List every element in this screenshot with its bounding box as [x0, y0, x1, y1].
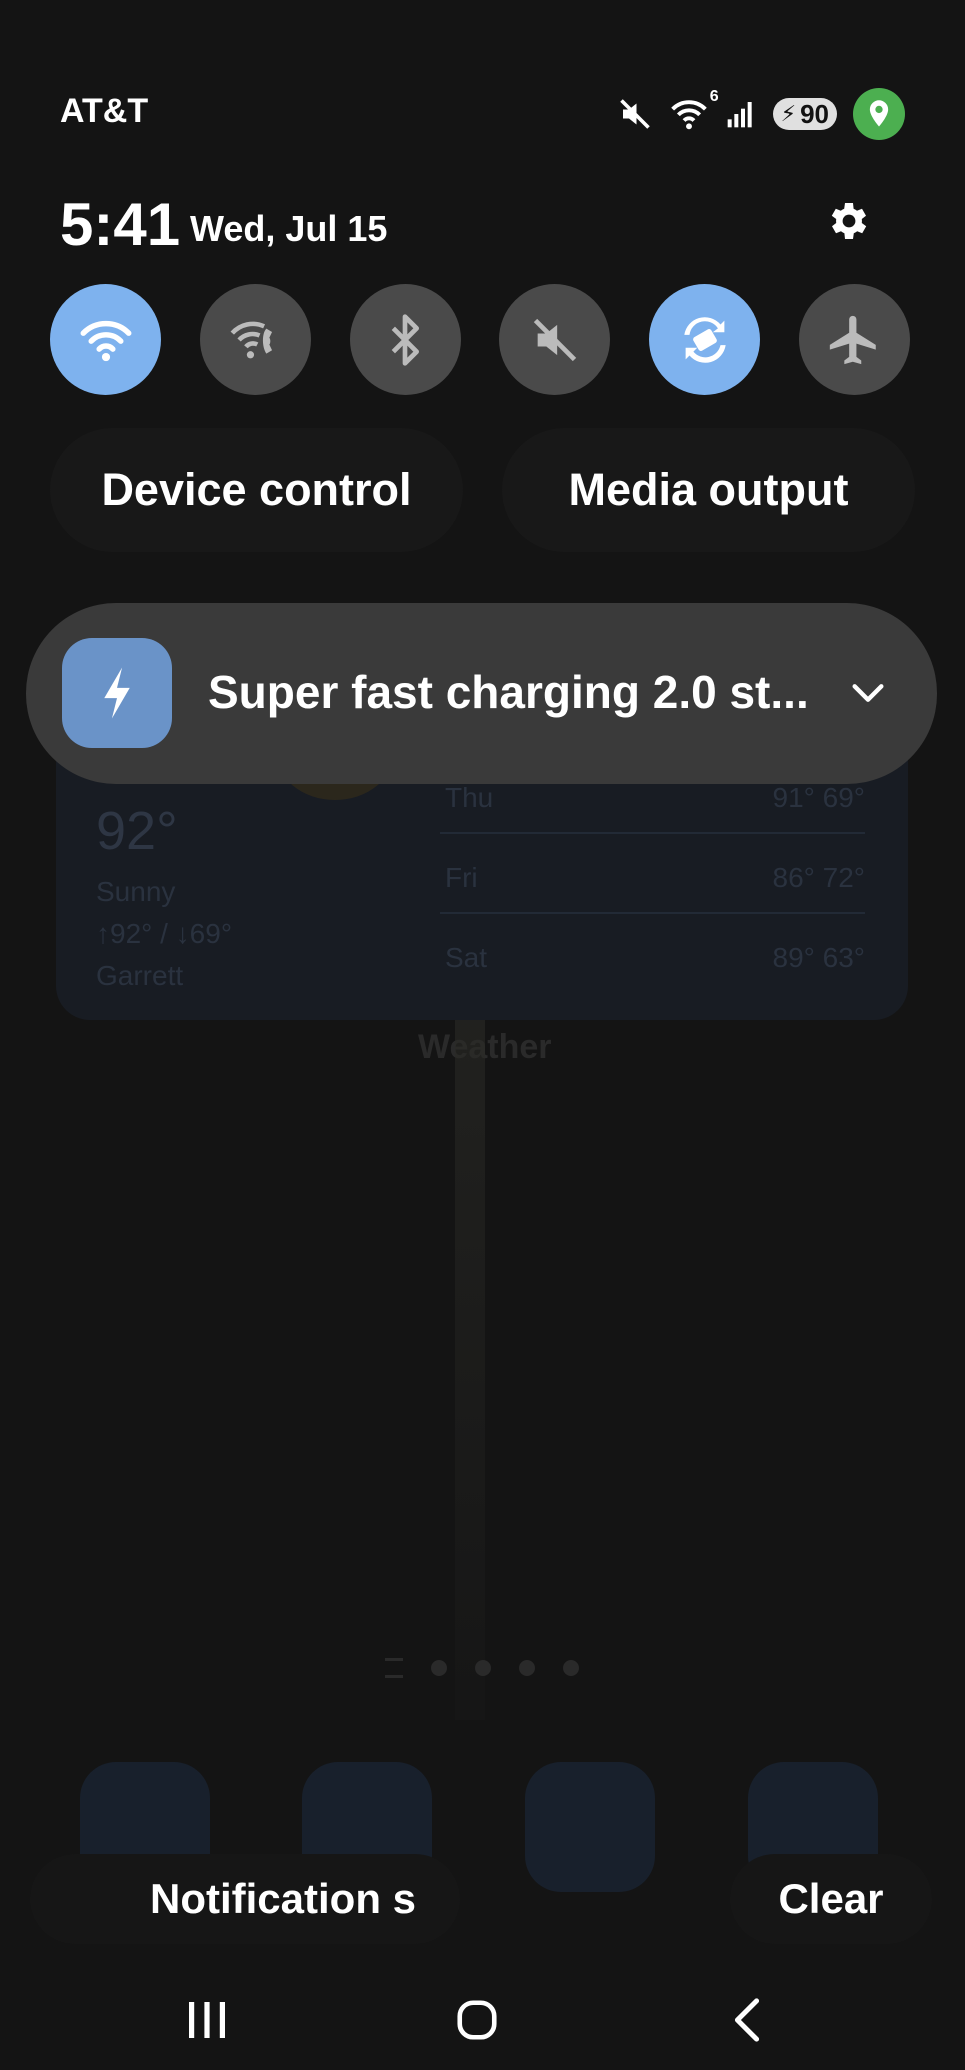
navigation-bar	[0, 1960, 965, 2070]
wifi-badge: 6	[709, 88, 719, 105]
device-control-button[interactable]: Device control	[50, 428, 463, 552]
background-temp: 92°	[96, 801, 178, 861]
notification-settings-button[interactable]: Notification s	[30, 1854, 460, 1944]
recent-apps-icon[interactable]	[172, 1988, 242, 2052]
background-forecast-row: Sat 89° 63°	[445, 942, 865, 973]
mute-icon	[617, 96, 653, 132]
airplane-icon	[825, 311, 883, 369]
background-page-indicator	[385, 1658, 579, 1678]
airplane-mode-toggle[interactable]	[798, 284, 910, 395]
battery-charging-icon: ⚡ 90	[772, 98, 837, 130]
back-icon[interactable]	[712, 1988, 782, 2052]
quick-toggles	[50, 284, 910, 395]
clock[interactable]: 5:41	[60, 190, 180, 259]
mute-icon	[529, 314, 581, 366]
wifi-toggle[interactable]	[50, 284, 161, 395]
background-divider	[440, 912, 865, 914]
home-icon[interactable]	[442, 1988, 512, 2052]
carrier-label: AT&T	[60, 92, 149, 130]
date[interactable]: Wed, Jul 15	[190, 208, 387, 250]
status-bar: AT&T 6 ⚡ 90	[0, 0, 965, 150]
chevron-down-icon[interactable]	[846, 671, 890, 715]
background-forecast-row: Fri 86° 72°	[445, 862, 865, 893]
battery-level: 90	[800, 98, 829, 129]
background-condition: Sunny	[96, 876, 176, 907]
wifi-icon	[77, 315, 135, 365]
auto-rotate-toggle[interactable]	[649, 284, 761, 395]
gear-icon[interactable]	[822, 196, 872, 246]
background-forecast-row: Thu 91° 69°	[445, 782, 865, 813]
auto-rotate-icon	[674, 309, 736, 371]
media-output-button[interactable]: Media output	[502, 428, 915, 552]
background-wallpaper-streak	[455, 1020, 485, 1720]
background-app-icon	[525, 1762, 655, 1892]
background-location: Garrett	[96, 960, 184, 991]
wifi-calling-toggle[interactable]	[199, 284, 311, 395]
notification-text: Super fast charging 2.0 st...	[208, 666, 808, 718]
clear-button[interactable]: Clear	[730, 1854, 932, 1944]
background-range: ↑92° / ↓69°	[96, 918, 233, 949]
charging-notification[interactable]: Super fast charging 2.0 st...	[26, 603, 937, 784]
wifi-icon: 6	[669, 88, 719, 132]
location-icon	[853, 88, 905, 140]
background-divider	[440, 832, 865, 834]
wifi-calling-icon	[226, 315, 284, 365]
lightning-icon	[62, 638, 172, 748]
sound-toggle[interactable]	[499, 284, 611, 395]
status-icons: 6 ⚡ 90	[617, 88, 905, 140]
bluetooth-toggle[interactable]	[349, 284, 461, 395]
bluetooth-icon	[384, 312, 426, 368]
signal-icon	[725, 98, 757, 130]
